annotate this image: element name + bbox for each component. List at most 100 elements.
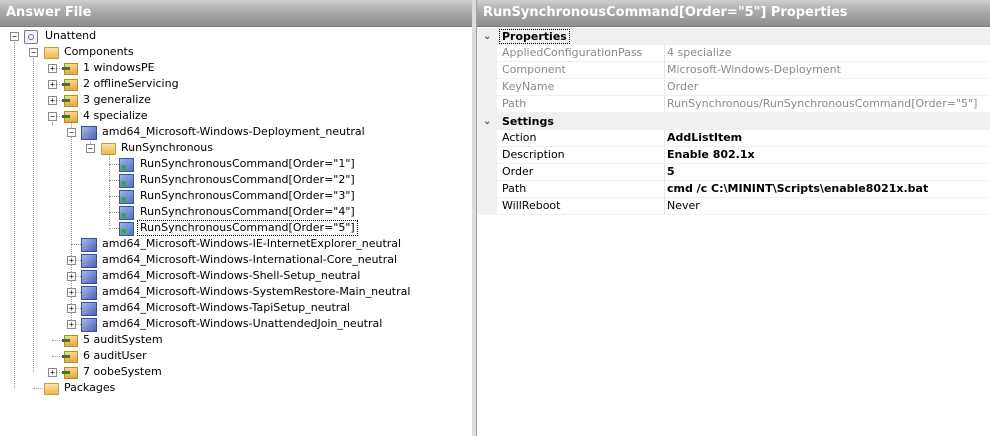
collapse-icon[interactable]: − bbox=[86, 144, 95, 153]
expand-icon[interactable]: + bbox=[48, 368, 57, 377]
expand-icon[interactable]: + bbox=[67, 272, 76, 281]
tree-node-pass-oobesystem[interactable]: + 7 oobeSystem bbox=[0, 364, 470, 380]
tree-node-pass-audituser[interactable]: 6 auditUser bbox=[0, 348, 470, 364]
category-settings[interactable]: ⌄ Settings bbox=[477, 113, 990, 130]
setting-row-order[interactable]: Order 5 bbox=[477, 164, 990, 181]
tree-label: amd64_Microsoft-Windows-UnattendedJoin_n… bbox=[102, 317, 383, 330]
category-label: Properties bbox=[499, 29, 570, 44]
tree-label: 6 auditUser bbox=[83, 349, 147, 362]
property-name: Path bbox=[502, 182, 527, 195]
property-value: Microsoft-Windows-Deployment bbox=[667, 63, 841, 76]
expand-icon[interactable]: + bbox=[48, 80, 57, 89]
list-item-icon bbox=[119, 158, 134, 172]
property-row[interactable]: Path RunSynchronous/RunSynchronousComman… bbox=[477, 96, 990, 113]
component-icon bbox=[81, 302, 97, 316]
tree-label: Components bbox=[64, 45, 134, 58]
tree-node-command[interactable]: RunSynchronousCommand[Order="2"] bbox=[0, 172, 470, 188]
property-name: Path bbox=[502, 97, 527, 110]
folder-icon bbox=[101, 143, 116, 155]
collapse-icon[interactable]: − bbox=[29, 48, 38, 57]
expand-icon[interactable]: + bbox=[48, 96, 57, 105]
property-name: Order bbox=[502, 165, 534, 178]
tree-label: amd64_Microsoft-Windows-Shell-Setup_neut… bbox=[102, 269, 361, 282]
property-row[interactable]: AppliedConfigurationPass 4 specialize bbox=[477, 45, 990, 62]
property-row[interactable]: KeyName Order bbox=[477, 79, 990, 96]
chevron-down-icon[interactable]: ⌄ bbox=[483, 113, 491, 130]
setting-row-path[interactable]: Path cmd /c C:\MININT\Scripts\enable8021… bbox=[477, 181, 990, 198]
property-name: Action bbox=[502, 131, 537, 144]
setting-row-action[interactable]: Action AddListItem bbox=[477, 130, 990, 147]
tree-label: RunSynchronousCommand[Order="1"] bbox=[140, 157, 355, 170]
category-label: Settings bbox=[502, 115, 554, 128]
tree-node-component[interactable]: + amd64_Microsoft-Windows-International-… bbox=[0, 252, 470, 268]
expand-icon[interactable]: + bbox=[67, 256, 76, 265]
expand-icon[interactable]: + bbox=[48, 64, 57, 73]
tree-label: 7 oobeSystem bbox=[83, 365, 162, 378]
tree-label: 2 offlineServicing bbox=[83, 77, 179, 90]
tree-label: amd64_Microsoft-Windows-International-Co… bbox=[102, 253, 398, 266]
tree-node-component[interactable]: + amd64_Microsoft-Windows-SystemRestore-… bbox=[0, 284, 470, 300]
list-item-icon bbox=[119, 206, 134, 220]
tree-node-deployment-component[interactable]: − amd64_Microsoft-Windows-Deployment_neu… bbox=[0, 124, 470, 140]
collapse-icon[interactable]: − bbox=[10, 32, 19, 41]
property-value[interactable]: cmd /c C:\MININT\Scripts\enable8021x.bat bbox=[667, 181, 987, 197]
tree-label: amd64_Microsoft-Windows-SystemRestore-Ma… bbox=[102, 285, 411, 298]
property-value[interactable]: AddListItem bbox=[667, 130, 987, 146]
list-item-icon bbox=[119, 174, 134, 188]
tree-node-component[interactable]: + amd64_Microsoft-Windows-UnattendedJoin… bbox=[0, 316, 470, 332]
category-properties[interactable]: ⌄ Properties bbox=[477, 28, 990, 45]
properties-header: RunSynchronousCommand[Order="5"] Propert… bbox=[477, 0, 990, 27]
property-name: WillReboot bbox=[502, 199, 561, 212]
tree-node-components[interactable]: − Components bbox=[0, 44, 470, 60]
tree-node-component[interactable]: amd64_Microsoft-Windows-IE-InternetExplo… bbox=[0, 236, 470, 252]
tree-node-command[interactable]: RunSynchronousCommand[Order="1"] bbox=[0, 156, 470, 172]
expand-icon[interactable]: + bbox=[67, 288, 76, 297]
chevron-down-icon[interactable]: ⌄ bbox=[483, 28, 491, 45]
tree-label: amd64_Microsoft-Windows-IE-InternetExplo… bbox=[102, 237, 402, 250]
tree-node-component[interactable]: + amd64_Microsoft-Windows-TapiSetup_neut… bbox=[0, 300, 470, 316]
answer-file-pane: Answer File − Unattend − Components + 1 … bbox=[0, 0, 473, 436]
tree-node-runsynchronous[interactable]: − RunSynchronous bbox=[0, 140, 470, 156]
property-grid[interactable]: ⌄ Properties AppliedConfigurationPass 4 … bbox=[477, 28, 990, 215]
component-icon bbox=[81, 126, 97, 140]
answer-file-tree[interactable]: − Unattend − Components + 1 windowsPE + … bbox=[0, 28, 472, 436]
tree-node-pass-windowspe[interactable]: + 1 windowsPE bbox=[0, 60, 470, 76]
tree-node-pass-offlineservicing[interactable]: + 2 offlineServicing bbox=[0, 76, 470, 92]
collapse-icon[interactable]: − bbox=[48, 112, 57, 121]
setting-row-willreboot[interactable]: WillReboot Never bbox=[477, 198, 990, 215]
tree-node-pass-generalize[interactable]: + 3 generalize bbox=[0, 92, 470, 108]
tree-node-command[interactable]: RunSynchronousCommand[Order="3"] bbox=[0, 188, 470, 204]
config-pass-icon bbox=[62, 109, 78, 123]
tree-label: 1 windowsPE bbox=[83, 61, 155, 74]
tree-node-unattend[interactable]: − Unattend bbox=[0, 28, 470, 44]
config-pass-icon bbox=[62, 333, 78, 347]
property-value[interactable]: 5 bbox=[667, 164, 987, 180]
list-item-icon bbox=[119, 190, 134, 204]
property-value[interactable]: Enable 802.1x bbox=[667, 147, 987, 163]
folder-icon bbox=[44, 47, 59, 59]
unattend-icon bbox=[24, 30, 38, 44]
tree-node-pass-auditsystem[interactable]: 5 auditSystem bbox=[0, 332, 470, 348]
tree-label: RunSynchronousCommand[Order="2"] bbox=[140, 173, 355, 186]
tree-node-component[interactable]: + amd64_Microsoft-Windows-Shell-Setup_ne… bbox=[0, 268, 470, 284]
property-name: KeyName bbox=[502, 80, 555, 93]
tree-node-command[interactable]: RunSynchronousCommand[Order="4"] bbox=[0, 204, 470, 220]
tree-node-pass-specialize[interactable]: − 4 specialize bbox=[0, 108, 470, 124]
config-pass-icon bbox=[62, 77, 78, 91]
config-pass-icon bbox=[62, 365, 78, 379]
setting-row-description[interactable]: Description Enable 802.1x bbox=[477, 147, 990, 164]
tree-label: Packages bbox=[64, 381, 116, 394]
property-value[interactable]: Never bbox=[667, 198, 987, 214]
component-icon bbox=[81, 254, 97, 268]
folder-icon bbox=[44, 383, 59, 395]
config-pass-icon bbox=[62, 61, 78, 75]
tree-node-packages[interactable]: Packages bbox=[0, 380, 470, 396]
property-name: Description bbox=[502, 148, 565, 161]
tree-label: 5 auditSystem bbox=[83, 333, 163, 346]
expand-icon[interactable]: + bbox=[67, 320, 76, 329]
expand-icon[interactable]: + bbox=[67, 304, 76, 313]
collapse-icon[interactable]: − bbox=[67, 128, 76, 137]
property-row[interactable]: Component Microsoft-Windows-Deployment bbox=[477, 62, 990, 79]
tree-node-command-selected[interactable]: RunSynchronousCommand[Order="5"] bbox=[0, 220, 470, 236]
component-icon bbox=[81, 238, 97, 252]
